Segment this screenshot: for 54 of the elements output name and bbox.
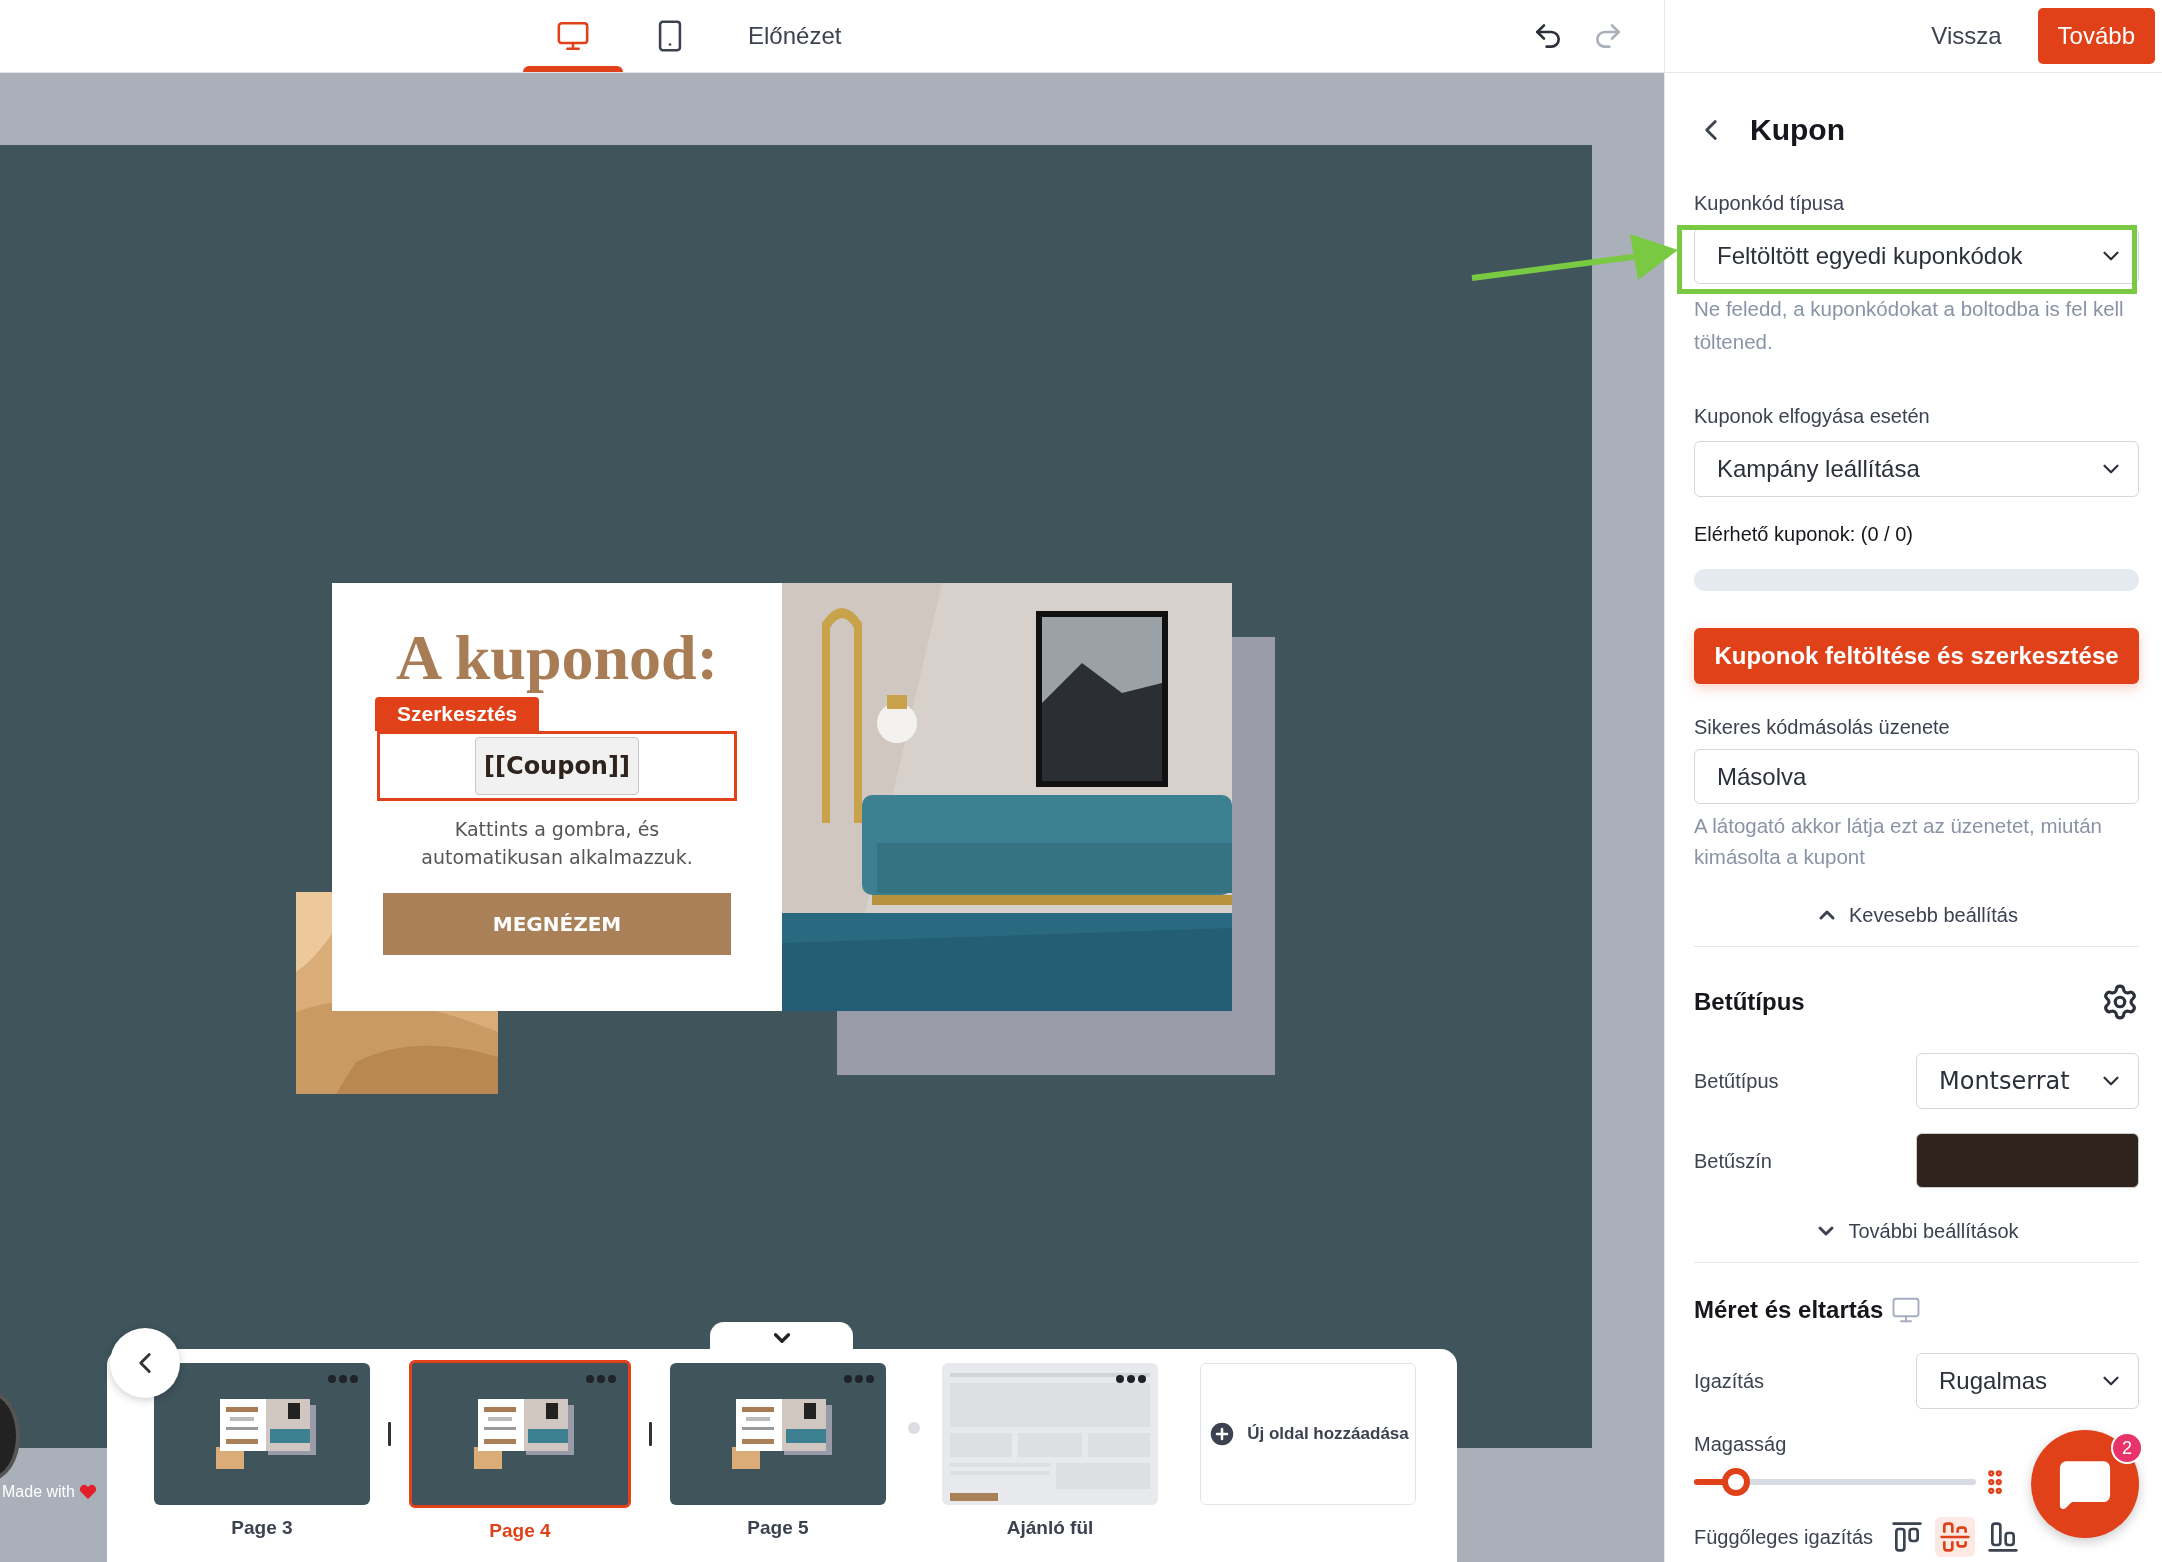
chat-button[interactable] [2031,1430,2139,1538]
field-label: Betűszín [1694,1148,1772,1173]
monitor-icon [556,19,590,53]
page-label: Page 3 [231,1517,293,1539]
on-empty-select[interactable]: Kampány leállítása [1694,441,2139,497]
popup-heading: A kuponod: [395,623,719,693]
page-thumbnail[interactable] [154,1363,370,1505]
page-label: Page 5 [747,1517,809,1539]
font-select[interactable]: Montserrat [1916,1053,2139,1109]
upload-coupons-button[interactable]: Kuponok feltöltése és szerkesztése [1694,628,2139,684]
height-slider[interactable] [1694,1468,1976,1496]
drop-dot [908,1422,920,1434]
section-title: Betűtípus [1694,988,1805,1016]
edit-badge[interactable]: Szerkesztés [375,697,540,731]
cta-button[interactable]: MEGNÉZEM [383,893,731,955]
collapse-tray-button[interactable] [710,1322,853,1352]
add-page-button[interactable]: Új oldal hozzáadása [1200,1363,1416,1505]
more-settings-toggle[interactable]: További beállítások [1814,1219,2019,1243]
coupon-type-select[interactable]: Feltöltött egyedi kuponkódok [1694,228,2139,284]
page-thumbnail[interactable] [942,1363,1158,1505]
alignment-select[interactable]: Rugalmas [1916,1353,2139,1409]
available-coupons-text: Elérhető kuponok: (0 / 0) [1694,522,1913,546]
more-icon[interactable] [1116,1375,1146,1383]
next-button[interactable]: Tovább [2037,8,2155,64]
hint-text: Ne feledd, a kuponkódokat a boltodba is fel kell töltened. [1694,296,2125,355]
align-center-icon[interactable] [1935,1517,1975,1557]
panel-title: Kupon [1750,113,1845,147]
field-label: Sikeres kódmásolás üzenete [1694,715,1950,739]
field-label: Kuponok elfogyása esetén [1694,404,1930,428]
heart-icon [78,1484,97,1500]
settings-icon[interactable] [2101,983,2139,1021]
notification-badge: 2 [2111,1432,2143,1464]
made-with-text: Made with [2,1483,75,1501]
monitor-icon [1891,1295,1922,1325]
insert-marker [388,1422,391,1446]
hint-text: A látogató akkor látja ezt az üzenetet, miután kimásolta a kupont [1694,813,2103,870]
field-label: Betűtípus [1694,1069,1779,1093]
copy-message-field[interactable]: Másolva [1694,749,2139,804]
page-label: Ajánló fül [1006,1517,1094,1539]
page-thumbnail[interactable] [670,1363,886,1505]
preview-link[interactable]: Előnézet [748,22,842,50]
insert-marker [649,1422,652,1446]
back-button[interactable]: Vissza [1931,22,2002,50]
less-settings-toggle[interactable]: Kevesebb beállítás [1815,903,2018,927]
section-title: Méret és eltartás [1694,1296,1884,1324]
field-label: Igazítás [1694,1369,1765,1393]
page-label: Page 4 [489,1520,551,1542]
page-thumbnail[interactable] [409,1360,631,1508]
field-label: Magasság [1694,1432,1787,1456]
field-label: Függőleges igazítás [1694,1525,1873,1549]
field-label: Kuponkód típusa [1694,191,1845,215]
coupon-code-button[interactable]: [[Coupon]] [475,737,639,795]
color-swatch[interactable] [1916,1133,2139,1188]
popup-text: Kattints a gombra, és automatikusan alkalmazzuk. [420,817,694,870]
